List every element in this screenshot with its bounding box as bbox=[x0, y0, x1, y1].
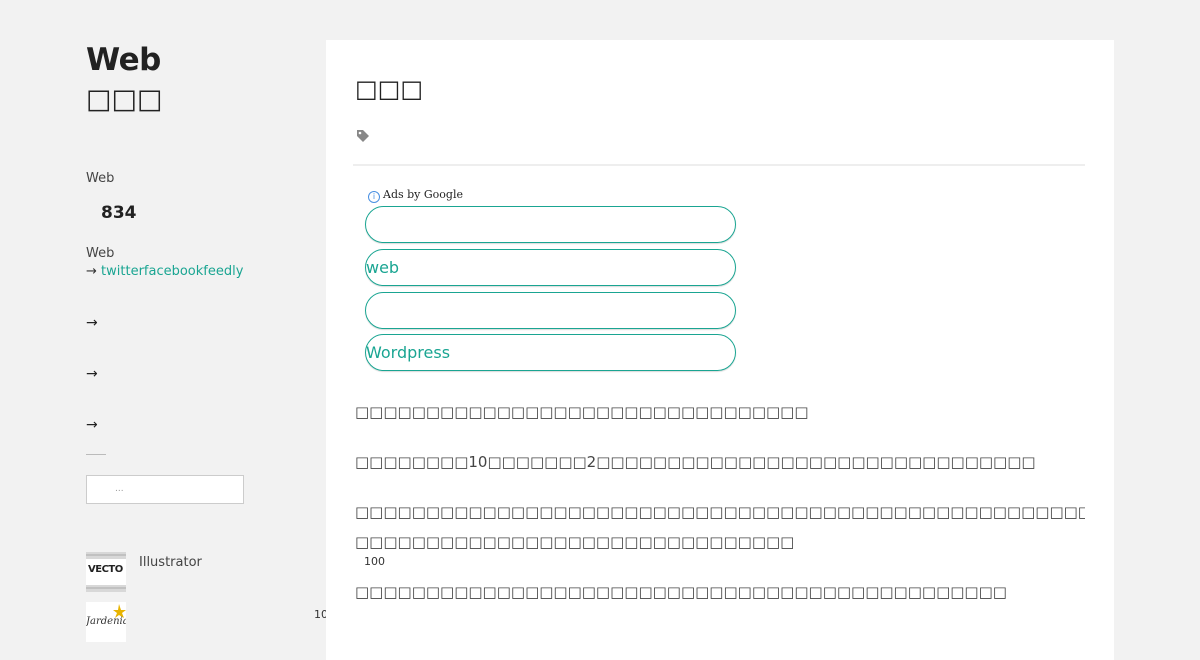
divider bbox=[353, 164, 1085, 166]
ad-link-button[interactable]: web bbox=[365, 249, 736, 286]
ads-label-text: Ads by Google bbox=[383, 188, 463, 201]
paragraph: □□□□□□□□10□□□□□□□2□□□□□□□□□□□□□□□□□□□□□□… bbox=[355, 453, 1036, 471]
ad-link-button[interactable] bbox=[365, 206, 736, 243]
ad-link-label: web bbox=[366, 258, 400, 277]
ad-link-button[interactable] bbox=[365, 292, 736, 329]
share-count: 100 bbox=[364, 555, 385, 568]
site-title[interactable]: Web bbox=[86, 40, 286, 80]
thumb-text: Jardenia bbox=[86, 616, 126, 627]
arrow-icon: → bbox=[86, 264, 102, 279]
main-article: □□□ i Ads by Google web Wordpress □□□□□□□… bbox=[326, 40, 1114, 660]
post-title: □□□ bbox=[355, 75, 424, 103]
paragraph: □□□□□□□□□□□□□□□□□□□□□□□□□□□□□□□□ bbox=[355, 403, 809, 421]
paragraph: □□□□□□□□□□□□□□□□□□□□□□□□□□□□□□□ bbox=[355, 533, 795, 551]
paragraph: □□□□□□□□□□□□□□□□□□□□□□□□□□□□□□□□□□□□□□□□… bbox=[355, 503, 1085, 521]
sidebar: Web □□□ Web 834 Web → twitterfacebookfee… bbox=[86, 40, 335, 642]
arrow-icon[interactable]: → bbox=[86, 417, 98, 433]
ad-link-label: Wordpress bbox=[366, 343, 451, 362]
thumb-text: VECTO bbox=[88, 564, 123, 575]
stat-count: 834 bbox=[101, 203, 137, 223]
popular-title[interactable]: Illustrator bbox=[139, 555, 202, 570]
social-label: Web bbox=[86, 246, 115, 261]
info-icon[interactable]: i bbox=[368, 191, 380, 203]
paragraph: □□□□□□□□□□□□□□□□□□□□□□□□□□□□□□□□□□□□□□□□… bbox=[355, 583, 1007, 601]
social-links[interactable]: twitterfacebookfeedly bbox=[101, 264, 243, 279]
ad-link-button[interactable]: Wordpress bbox=[365, 334, 736, 371]
popular-thumbnail[interactable]: VECTO bbox=[86, 552, 126, 592]
social-links-row: → twitterfacebookfeedly bbox=[86, 264, 243, 279]
ads-label[interactable]: i Ads by Google bbox=[368, 188, 463, 203]
arrow-icon[interactable]: → bbox=[86, 315, 98, 331]
divider bbox=[86, 454, 106, 455]
popular-thumbnail[interactable]: Jardenia bbox=[86, 602, 126, 642]
site-subtitle: □□□ bbox=[86, 84, 163, 115]
tag-icon[interactable] bbox=[356, 128, 370, 147]
arrow-icon[interactable]: → bbox=[86, 366, 98, 382]
search-input[interactable]: ... bbox=[86, 475, 244, 504]
stat-label: Web bbox=[86, 171, 115, 186]
